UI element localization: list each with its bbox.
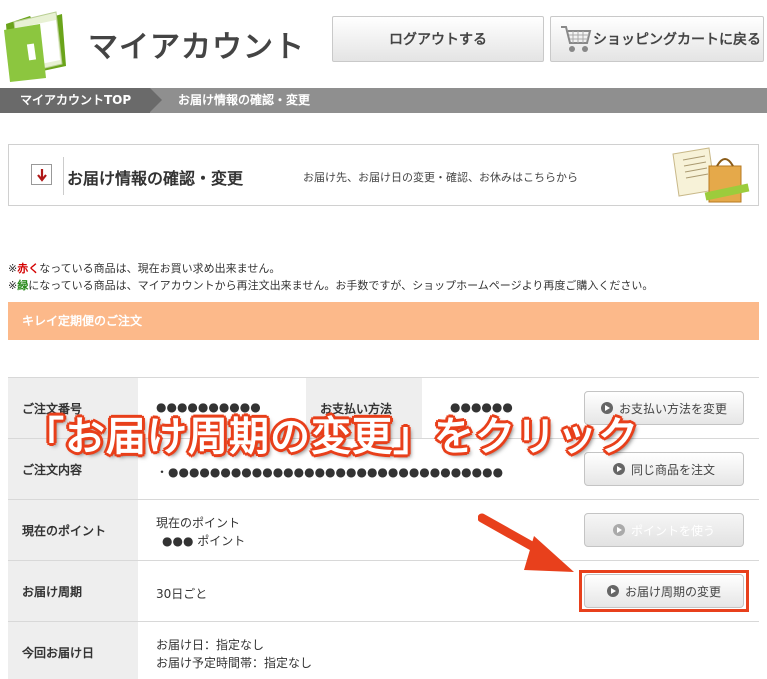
play-icon [612,524,625,536]
notice-green-text: 緑 [17,279,29,292]
breadcrumb-item-current: お届け情報の確認・変更 [178,93,311,107]
play-icon [606,585,619,597]
table-row: 今回お届け日 お届け日：指定なし お届け予定時間帯：指定なし [8,622,759,679]
table-row: 現在のポイント 現在のポイント ●●● ポイント ポイントを使う [8,500,759,561]
page-title: マイアカウント [88,30,305,65]
notice-red-text: 赤く [17,262,40,275]
notice-text: なっている商品は、現在お買い求め出来ません。 [39,262,281,275]
order-contents-value: ・●●●●●●●●●●●●●●●●●●●●●●●●●●●●●●●● [156,465,504,479]
delivery-cycle-label: お届け周期 [8,561,138,621]
order-details-table: ご注文番号 ●●●●●●●●●● お支払い方法 ●●●●●● お支払い方法を変更… [8,377,759,679]
shopping-cart-icon [559,23,593,55]
delivery-time-value: お届け予定時間帯：指定なし [156,656,313,670]
section-header: お届け情報の確認・変更 お届け先、お届け日の変更・確認、お休みはこちらから [8,144,759,206]
notice-unavailable: ※赤くなっている商品は、現在お買い求め出来ません。 [8,260,280,276]
section-divider [63,157,64,195]
use-points-label: ポイントを使う [630,523,715,538]
play-icon [612,463,625,475]
current-points-label: 現在のポイント [8,500,138,560]
section-title: お届け情報の確認・変更 [67,169,244,188]
reorder-same-label: 同じ商品を注文 [630,462,715,477]
notice-prefix: ※ [8,279,18,292]
section-description: お届け先、お届け日の変更・確認、お休みはこちらから [303,171,578,184]
pointer-arrow-icon [477,510,578,580]
delivery-illustration-icon [665,146,753,206]
next-delivery-date-label: 今回お届け日 [8,622,138,679]
notice-text: になっている商品は、マイアカウントから再注文出来ません。お手数ですが、ショップホ… [28,279,654,292]
instruction-annotation: 「お届け周期の変更」をクリック [24,414,639,460]
table-row: お届け周期 30日ごと お届け周期の変更 [8,561,759,622]
delivery-date-value: お届け日：指定なし [156,638,265,652]
arrow-down-icon [31,164,52,185]
change-delivery-cycle-label: お届け周期の変更 [624,584,721,599]
breadcrumb: マイアカウントTOP お届け情報の確認・変更 [0,88,767,113]
current-points-caption: 現在のポイント [156,516,241,530]
back-to-cart-label: ショッピングカートに戻る [593,32,761,48]
change-delivery-cycle-button[interactable]: お届け周期の変更 [584,574,744,608]
folder-icon [0,6,76,82]
delivery-cycle-value: 30日ごと [156,587,208,601]
notice-no-reorder: ※緑になっている商品は、マイアカウントから再注文出来ません。お手数ですが、ショッ… [8,277,653,293]
use-points-button[interactable]: ポイントを使う [584,513,744,547]
notice-prefix: ※ [8,262,18,275]
back-to-cart-button[interactable]: ショッピングカートに戻る [550,16,764,62]
logout-button-label: ログアウトする [389,32,487,48]
breadcrumb-item-mypage-top[interactable]: マイアカウントTOP [0,88,150,113]
logout-button[interactable]: ログアウトする [332,16,544,62]
subscription-order-heading: キレイ定期便のご注文 [8,302,759,340]
current-points-value: ●●● ポイント [162,534,246,548]
breadcrumb-separator [150,88,162,112]
